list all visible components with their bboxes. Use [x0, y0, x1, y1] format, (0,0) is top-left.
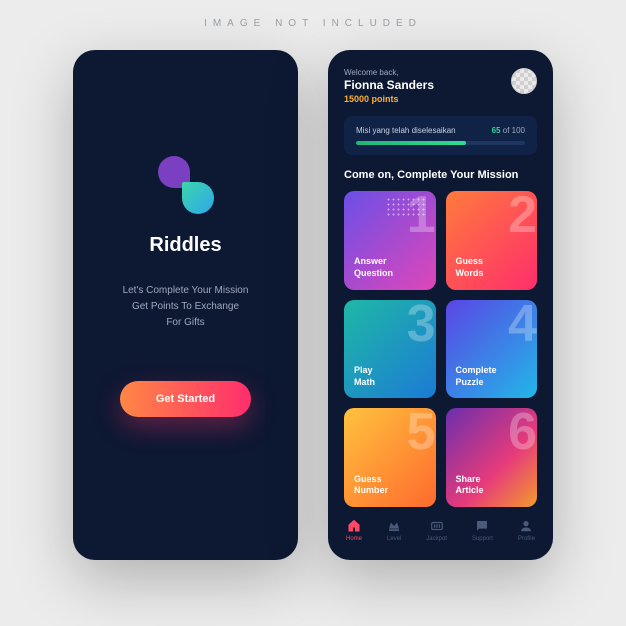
- card-number: 3: [407, 300, 434, 354]
- mission-card-answer-question[interactable]: 1 AnswerQuestion: [344, 191, 436, 290]
- nav-label: Profile: [518, 536, 535, 542]
- mission-card-guess-words[interactable]: 2 GuessWords: [446, 191, 538, 290]
- progress-label: Misi yang telah diselesaikan: [356, 126, 456, 135]
- slot-icon: [430, 519, 444, 533]
- app-logo-icon: [155, 154, 217, 216]
- nav-label: Support: [472, 536, 493, 542]
- nav-jackpot[interactable]: Jackpot: [426, 519, 447, 542]
- splash-screen: Riddles Let's Complete Your Mission Get …: [73, 50, 298, 560]
- user-icon: [519, 519, 533, 533]
- tagline-line: For Gifts: [123, 315, 249, 331]
- card-number: 6: [508, 408, 535, 462]
- home-icon: [347, 519, 361, 533]
- app-name: Riddles: [149, 234, 221, 257]
- nav-support[interactable]: Support: [472, 519, 493, 542]
- avatar[interactable]: [511, 68, 537, 94]
- watermark-text: IMAGE NOT INCLUDED: [0, 18, 626, 29]
- nav-level[interactable]: Level: [387, 519, 401, 542]
- mission-card-play-math[interactable]: 3 PlayMath: [344, 300, 436, 399]
- mission-card-guess-number[interactable]: 5 GuessNumber: [344, 408, 436, 507]
- user-name: Fionna Sanders: [344, 78, 434, 92]
- home-screen: Welcome back, Fionna Sanders 15000 point…: [328, 50, 553, 560]
- progress-bar: [356, 141, 525, 145]
- home-header: Welcome back, Fionna Sanders 15000 point…: [344, 68, 537, 104]
- chat-icon: [475, 519, 489, 533]
- welcome-label: Welcome back,: [344, 68, 434, 77]
- card-number: 1: [407, 191, 434, 245]
- nav-home[interactable]: Home: [346, 519, 362, 542]
- crown-icon: [387, 519, 401, 533]
- progress-count: 65 of 100: [492, 126, 525, 135]
- mission-card-share-article[interactable]: 6 ShareArticle: [446, 408, 538, 507]
- points-label: 15000 points: [344, 94, 434, 104]
- card-number: 5: [407, 408, 434, 462]
- nav-profile[interactable]: Profile: [518, 519, 535, 542]
- nav-label: Home: [346, 536, 362, 542]
- get-started-button[interactable]: Get Started: [120, 381, 251, 417]
- nav-label: Level: [387, 536, 401, 542]
- mission-grid: 1 AnswerQuestion 2 GuessWords 3 PlayMath…: [344, 191, 537, 507]
- card-number: 2: [508, 191, 535, 245]
- tagline: Let's Complete Your Mission Get Points T…: [123, 283, 249, 331]
- tagline-line: Let's Complete Your Mission: [123, 283, 249, 299]
- screen-pair: Riddles Let's Complete Your Mission Get …: [0, 0, 626, 560]
- nav-label: Jackpot: [426, 536, 447, 542]
- mission-card-complete-puzzle[interactable]: 4 CompletePuzzle: [446, 300, 538, 399]
- tagline-line: Get Points To Exchange: [123, 299, 249, 315]
- progress-card: Misi yang telah diselesaikan 65 of 100: [344, 116, 537, 155]
- section-title: Come on, Complete Your Mission: [344, 169, 537, 181]
- bottom-nav: Home Level Jackpot Support Profile: [344, 519, 537, 542]
- card-number: 4: [508, 300, 535, 354]
- progress-bar-fill: [356, 141, 466, 145]
